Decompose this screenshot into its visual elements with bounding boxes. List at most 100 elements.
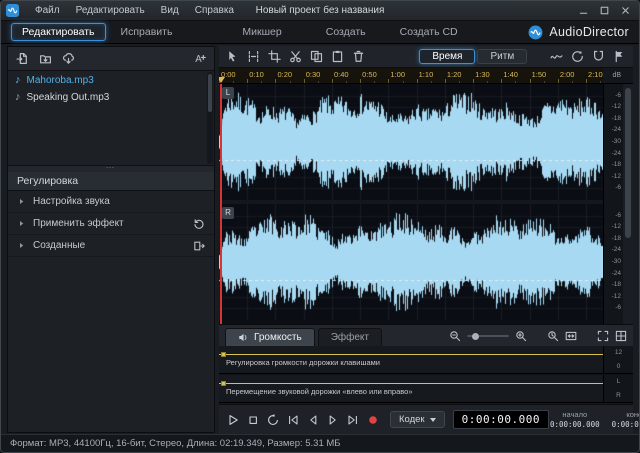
range-select-button[interactable] [244,48,263,66]
play-button[interactable] [223,410,242,430]
import-media-button[interactable] [12,50,32,68]
timeline-ruler[interactable]: 0:00 0:10 0:20 0:30 0:40 0:50 1:00 1:10 1:20 1:30… [219,68,603,83]
cut-button[interactable] [286,48,305,66]
grid-view-icon[interactable] [615,330,627,342]
go-to-start-button[interactable] [283,410,302,430]
codec-button[interactable]: Кодек [390,411,445,428]
record-button[interactable] [363,410,382,430]
tab-effect[interactable]: Эффект [317,328,382,346]
adjust-item-apply-effect[interactable]: Применить эффект [8,213,214,235]
go-to-end-button[interactable] [343,410,362,430]
db-unit-label: dB [603,68,633,83]
mode-tab-edit[interactable]: Редактировать [11,23,106,41]
app-window: Файл Редактировать Вид Справка Новый проект… [0,0,640,453]
reset-icon[interactable] [193,218,205,230]
menu-view[interactable]: Вид [153,5,187,16]
mode-tab-create-cd[interactable]: Создать CD [389,23,469,41]
lane-label: Перемещение звуковой дорожки «влево или … [226,387,413,396]
tree-arrow-icon [17,241,26,250]
go-to-end-icon [346,413,360,427]
zoom-in-icon[interactable] [515,330,527,342]
brand: AudioDirector [528,25,629,40]
brand-logo-icon [528,25,543,40]
zoom-fit-icon[interactable] [565,330,577,342]
keyframe-line[interactable] [219,351,603,357]
mix-audio-button[interactable] [547,48,566,66]
db-label: -6 [615,304,621,312]
zoom-out-icon[interactable] [449,330,461,342]
lane-scale-label: R [616,392,621,399]
delete-button[interactable] [349,48,368,66]
loop-button[interactable] [263,410,282,430]
import-folder-button[interactable] [35,50,55,68]
waveform-channel-right[interactable] [219,204,603,320]
selection-times: начало конец 0:00:00.000 0:00:00.000 [550,410,639,429]
adjust-item-created[interactable]: Созданные [8,235,214,257]
file-item[interactable]: ♪ Mahoroba.mp3 [8,72,206,89]
zoom-time-icon[interactable] [547,330,559,342]
tab-volume[interactable]: Громкость [225,328,315,346]
db-label: -12 [611,172,621,180]
automation-lane-pan-keyframes: Перемещение звуковой дорожки «влево или … [219,375,633,403]
download-audio-button[interactable] [58,50,78,68]
time-display[interactable]: 0:00:00.000 [452,410,549,429]
playhead-handle[interactable] [219,77,225,83]
minimize-icon [578,5,589,16]
beat-mode-button[interactable]: Ритм [477,49,528,64]
crop-button[interactable] [265,48,284,66]
stop-button[interactable] [243,410,262,430]
paste-button[interactable] [328,48,347,66]
library-scrollbar[interactable] [207,72,213,164]
db-label: -24 [611,269,621,277]
step-forward-button[interactable] [323,410,342,430]
tab-label: Громкость [254,332,302,343]
ruler-tick-label: 1:50 [531,70,547,79]
keyframe-node[interactable] [221,351,226,357]
minimize-button[interactable] [575,4,592,18]
zoom-slider[interactable] [467,332,509,340]
automation-lane-track[interactable]: Перемещение звуковой дорожки «влево или … [219,375,603,402]
step-back-button[interactable] [303,410,322,430]
waveform-view[interactable]: L R [219,84,603,324]
keyframe-line[interactable] [219,380,603,386]
waveform-scrollbar[interactable] [623,84,633,324]
add-text-icon: A [194,52,207,65]
loop-play-button[interactable] [568,48,587,66]
expand-view-icon[interactable] [597,330,609,342]
add-text-button[interactable]: A [190,50,210,68]
close-button[interactable] [617,4,634,18]
menu-file[interactable]: Файл [27,5,68,16]
play-icon [226,413,240,427]
music-note-icon: ♪ [15,74,21,86]
adjust-item-label: Созданные [33,240,86,251]
tab-label: Эффект [330,332,369,343]
ruler-tick-label: 1:00 [390,70,406,79]
select-button[interactable] [223,48,242,66]
marker-add-button[interactable] [610,48,629,66]
menu-help[interactable]: Справка [187,5,242,16]
zoom-controls [449,330,627,346]
snap-button[interactable] [589,48,608,66]
download-audio-icon [62,52,75,65]
playhead[interactable] [220,84,222,324]
db-label: -12 [611,292,621,300]
copy-button[interactable] [307,48,326,66]
panel-divider-handle[interactable] [8,165,214,172]
adjust-item-adjust-audio[interactable]: Настройка звука [8,191,214,213]
waveform-channel-left[interactable] [219,84,603,200]
maximize-button[interactable] [596,4,613,18]
mode-tab-repair[interactable]: Исправить [110,23,184,41]
export-box-icon[interactable] [193,240,205,252]
lane-scale: LR [603,375,633,402]
keyframe-node[interactable] [221,380,226,386]
library-toolbar: A [8,47,214,71]
menu-edit[interactable]: Редактировать [68,5,153,16]
time-mode-button[interactable]: Время [419,49,476,64]
ruler-tick-label: 2:00 [559,70,575,79]
file-item[interactable]: ♪ Speaking Out.mp3 [8,89,206,106]
automation-lane-track[interactable]: Регулировка громкости дорожки клавишами [219,346,603,373]
mode-tab-mixer[interactable]: Микшер [231,23,292,41]
mode-tab-create[interactable]: Создать [315,23,377,41]
go-to-start-icon [286,413,300,427]
db-label: -30 [611,258,621,265]
